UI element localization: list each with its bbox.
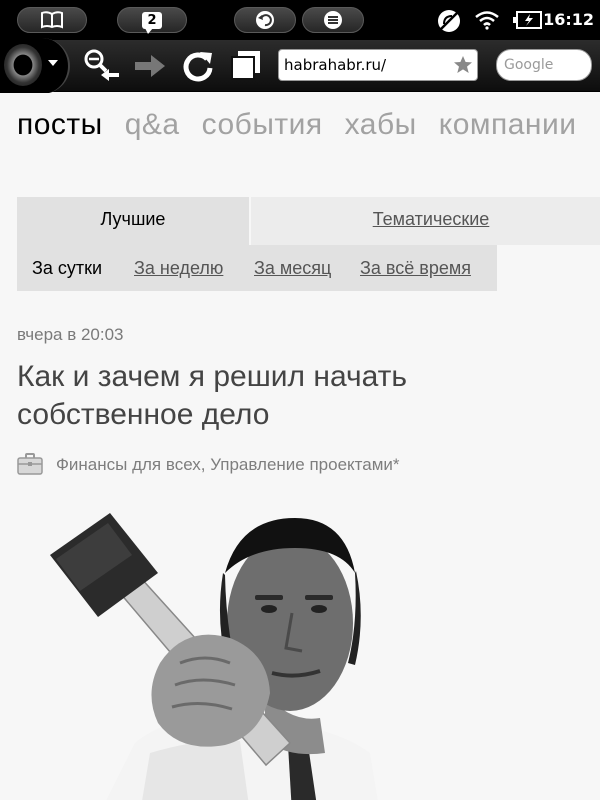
period-filter: За сутки За неделю За месяц За всё время [17,245,497,291]
post-date: вчера в 20:03 [17,325,124,344]
address-bar[interactable] [278,49,478,81]
search-input[interactable] [504,57,584,73]
url-input[interactable] [284,56,454,74]
sync-off-icon[interactable] [436,8,462,34]
caret-down-icon [48,60,58,66]
reload-icon[interactable] [181,49,215,83]
back-icon [256,11,274,29]
book-icon [41,11,63,29]
status-bar: 2 16:12 [0,0,600,40]
period-week[interactable]: За неделю [134,258,223,279]
hub-links[interactable]: Финансы для всех, Управление проектами* [56,455,400,475]
library-button[interactable] [17,7,87,33]
nav-item-companies[interactable]: компании [439,108,577,142]
browser-toolbar [0,38,600,94]
post-image[interactable] [40,513,380,800]
briefcase-icon [17,453,43,475]
notifications-button[interactable]: 2 [117,7,187,34]
page-content: посты q&a события хабы компании Лучшие Темат… [0,93,600,800]
star-icon[interactable] [453,55,473,75]
wifi-icon[interactable] [474,10,500,30]
back-button[interactable] [234,7,296,33]
section-nav: посты q&a события хабы компании [17,107,599,142]
period-all[interactable]: За всё время [360,258,471,279]
clock: 16:12 [543,10,594,29]
notification-icon: 2 [142,11,162,34]
nav-item-hubs[interactable]: хабы [345,108,417,142]
nav-item-events[interactable]: события [202,108,323,142]
menu-icon [324,11,342,29]
nav-item-qa[interactable]: q&a [125,108,180,142]
tab-topical[interactable]: Тематические [251,197,600,245]
opera-menu-button[interactable] [0,38,70,94]
tabs-icon[interactable] [230,49,262,81]
zoom-out-icon[interactable] [83,48,121,82]
period-day[interactable]: За сутки [32,258,102,279]
opera-menu-icon [4,44,42,86]
battery-icon [513,11,542,29]
post-title[interactable]: Как и зачем я решил начать собственное д… [17,358,577,434]
post-tabs: Лучшие Тематические [17,197,600,245]
menu-button[interactable] [302,7,364,33]
search-bar[interactable] [496,49,592,81]
tab-best[interactable]: Лучшие [17,197,249,245]
forward-icon[interactable] [133,53,167,79]
period-month[interactable]: За месяц [254,258,331,279]
nav-item-posts[interactable]: посты [17,108,103,142]
